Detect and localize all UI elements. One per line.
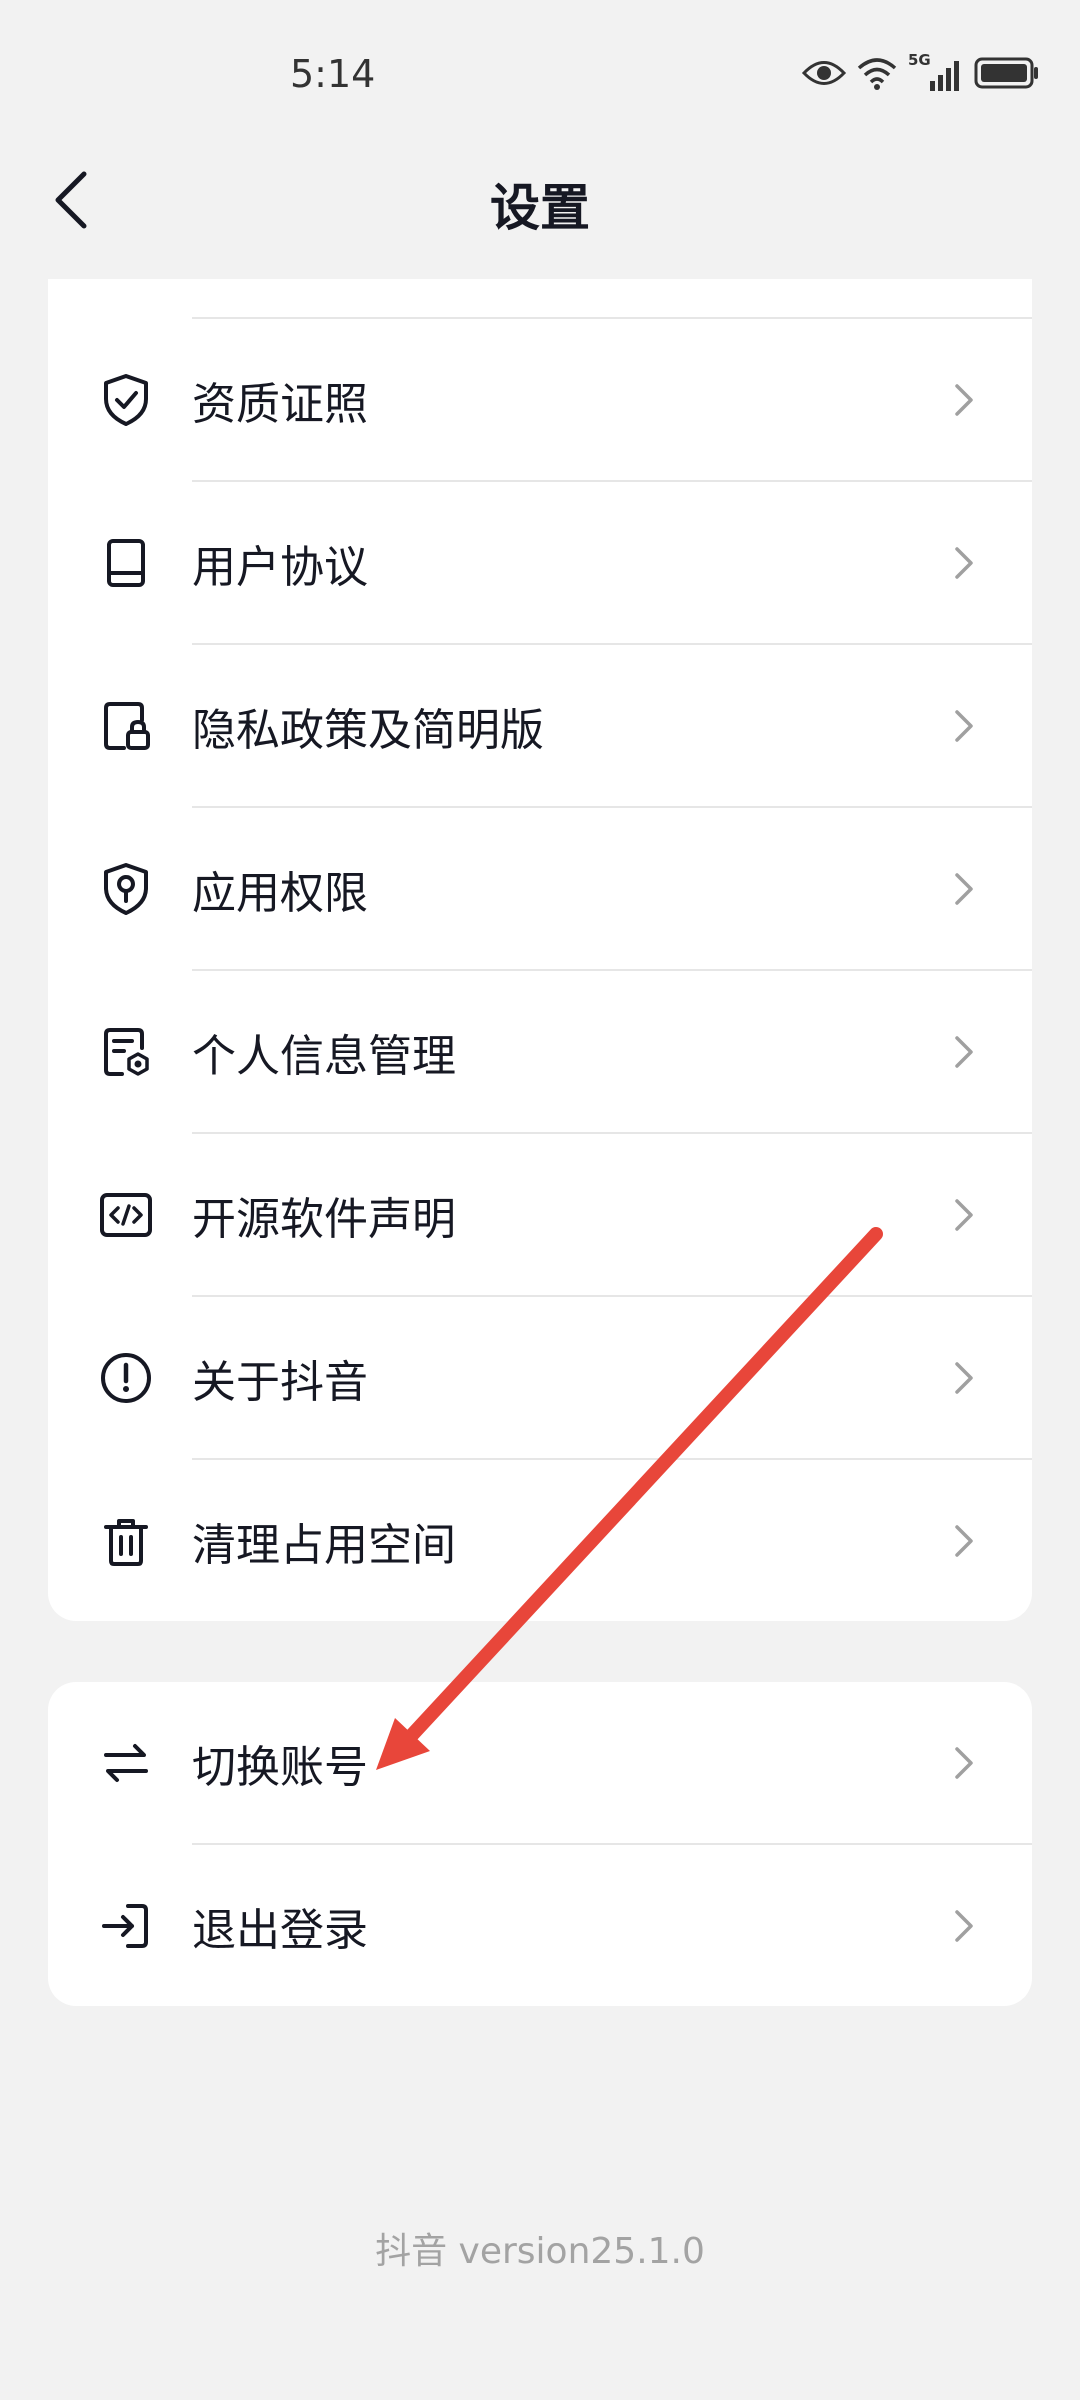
document-gear-icon <box>98 1024 154 1080</box>
chevron-right-icon <box>946 1360 982 1396</box>
settings-item-switch-account[interactable]: 切换账号 <box>48 1682 1032 1844</box>
page-title: 设置 <box>490 179 590 237</box>
shield-key-icon <box>98 861 154 917</box>
settings-item-logout[interactable]: 退出登录 <box>48 1845 1032 2006</box>
wifi-icon <box>856 56 898 94</box>
settings-item-label: 用户协议 <box>192 542 368 593</box>
settings-item-about[interactable]: 关于抖音 <box>48 1297 1032 1459</box>
eye-icon <box>801 58 847 92</box>
settings-item-clear-storage[interactable]: 清理占用空间 <box>48 1460 1032 1621</box>
status-bar: 5:14 5G <box>0 0 1080 160</box>
version-text: 抖音 version25.1.0 <box>375 2231 705 2272</box>
chevron-right-icon <box>946 1908 982 1944</box>
settings-item-label: 应用权限 <box>192 868 368 919</box>
shield-check-icon <box>98 372 154 428</box>
settings-item-label: 资质证照 <box>192 379 368 430</box>
trash-icon <box>98 1513 154 1569</box>
book-icon <box>98 535 154 591</box>
settings-item-app-permissions[interactable]: 应用权限 <box>48 808 1032 970</box>
chevron-right-icon <box>946 545 982 581</box>
settings-item-label: 切换账号 <box>192 1742 368 1793</box>
status-time: 5:14 <box>290 52 376 96</box>
settings-list: 资质证照 用户协议 隐私政策及简明版 应用权限 个人信息管理 开源软件声明 关于… <box>48 279 1032 1621</box>
settings-item-user-agreement[interactable]: 用户协议 <box>48 482 1032 644</box>
settings-item-privacy-policy[interactable]: 隐私政策及简明版 <box>48 645 1032 807</box>
chevron-right-icon <box>946 708 982 744</box>
switch-arrows-icon <box>98 1735 154 1791</box>
signal-icon: 5G <box>908 51 964 93</box>
header: 设置 <box>0 140 1080 260</box>
settings-item-label: 退出登录 <box>192 1905 368 1956</box>
settings-item-open-source[interactable]: 开源软件声明 <box>48 1134 1032 1296</box>
code-icon <box>98 1187 154 1243</box>
info-circle-icon <box>98 1350 154 1406</box>
settings-item-label: 关于抖音 <box>192 1357 368 1408</box>
chevron-right-icon <box>946 1523 982 1559</box>
status-icons: 5G <box>801 51 1040 94</box>
chevron-right-icon <box>946 382 982 418</box>
chevron-right-icon <box>946 1745 982 1781</box>
settings-item-personal-info[interactable]: 个人信息管理 <box>48 971 1032 1133</box>
document-lock-icon <box>98 698 154 754</box>
chevron-right-icon <box>946 1197 982 1233</box>
settings-item-label: 开源软件声明 <box>192 1194 456 1245</box>
settings-item-label: 个人信息管理 <box>192 1031 456 1082</box>
settings-item-qualifications[interactable]: 资质证照 <box>48 319 1032 481</box>
logout-icon <box>98 1898 154 1954</box>
chevron-right-icon <box>946 1034 982 1070</box>
battery-icon <box>974 56 1040 94</box>
settings-item-label: 清理占用空间 <box>192 1520 456 1571</box>
account-list: 切换账号 退出登录 <box>48 1682 1032 2006</box>
chevron-right-icon <box>946 871 982 907</box>
settings-item-label: 隐私政策及简明版 <box>192 705 544 756</box>
